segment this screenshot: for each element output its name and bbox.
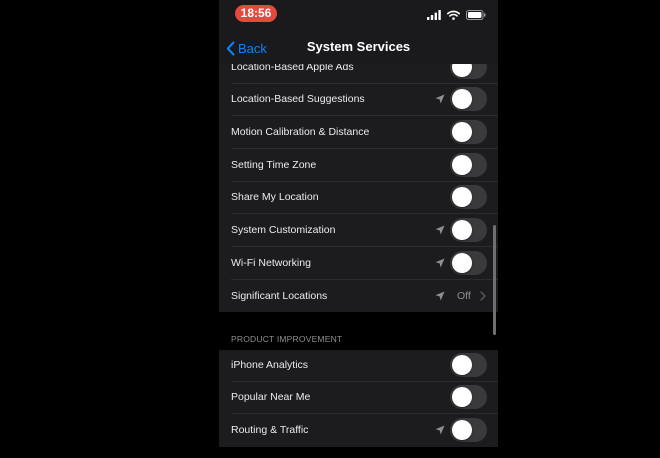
list-item-label: Wi-Fi Networking (231, 257, 311, 269)
toggle-knob (452, 155, 472, 175)
location-arrow-icon (435, 225, 445, 235)
row-separator (231, 148, 498, 149)
list-item-label: Setting Time Zone (231, 159, 317, 171)
list-item-label: iPhone Analytics (231, 359, 309, 371)
phone-screen: Location-Based Apple Ads Location-Based … (219, 0, 498, 458)
toggle-routing-traffic[interactable] (450, 418, 487, 442)
list-item-popular-near-me: Popular Near Me (219, 382, 498, 414)
toggle-share-my-location[interactable] (450, 185, 487, 209)
list-item-significant-locations[interactable]: Significant Locations Off (219, 281, 498, 313)
list-item-label: Popular Near Me (231, 391, 311, 403)
row-separator (231, 246, 498, 247)
row-separator (231, 115, 498, 116)
toggle-knob (452, 89, 472, 109)
page-title: System Services (306, 39, 411, 54)
toggle-motion-calibration[interactable] (450, 120, 487, 144)
toggle-popular-near-me[interactable] (450, 385, 487, 409)
toggle-knob (452, 355, 472, 375)
product-improvement-list: iPhone Analytics Popular Near Me Routing… (219, 350, 498, 447)
toggle-knob (452, 187, 472, 207)
toggle-knob (452, 420, 472, 440)
navigation-bar: Back System Services (219, 30, 498, 64)
list-item-wifi-networking: Wi-Fi Networking (219, 248, 498, 280)
list-item-system-customization: System Customization (219, 215, 498, 247)
toggle-setting-time-zone[interactable] (450, 153, 487, 177)
list-item-label: Share My Location (231, 191, 319, 203)
toggle-knob (452, 122, 472, 142)
location-arrow-icon (435, 258, 445, 268)
row-separator (231, 213, 498, 214)
row-separator (231, 279, 498, 280)
list-item-location-based-suggestions: Location-Based Suggestions (219, 84, 498, 116)
status-bar: 18:56 (219, 0, 498, 30)
battery-icon (466, 10, 486, 20)
list-item-label: Motion Calibration & Distance (231, 126, 370, 138)
location-arrow-icon (435, 291, 445, 301)
list-item-routing-traffic: Routing & Traffic (219, 415, 498, 447)
cellular-signal-icon (427, 10, 441, 20)
wifi-icon (447, 10, 460, 20)
toggle-location-based-suggestions[interactable] (450, 87, 487, 111)
toggle-knob (452, 253, 472, 273)
toggle-iphone-analytics[interactable] (450, 353, 487, 377)
system-services-list: Location-Based Apple Ads Location-Based … (219, 52, 498, 312)
toggle-knob (452, 387, 472, 407)
toggle-system-customization[interactable] (450, 218, 487, 242)
toggle-wifi-networking[interactable] (450, 251, 487, 275)
chevron-right-icon (480, 291, 486, 301)
significant-locations-value: Off (457, 290, 471, 302)
list-item-iphone-analytics: iPhone Analytics (219, 350, 498, 382)
list-item-label: Location-Based Suggestions (231, 93, 365, 105)
toggle-knob (452, 220, 472, 240)
location-arrow-icon (435, 94, 445, 104)
location-arrow-icon (435, 425, 445, 435)
list-item-label: System Customization (231, 224, 336, 236)
status-icons (427, 9, 486, 21)
status-time[interactable]: 18:56 (235, 5, 277, 22)
row-separator (231, 413, 498, 414)
scroll-indicator[interactable] (493, 225, 496, 335)
list-item-label: Routing & Traffic (231, 424, 309, 436)
section-header-product-improvement: PRODUCT IMPROVEMENT (231, 334, 343, 344)
list-item-setting-time-zone: Setting Time Zone (219, 150, 498, 182)
list-item-share-my-location: Share My Location (219, 182, 498, 214)
list-item-motion-calibration: Motion Calibration & Distance (219, 117, 498, 149)
list-item-label: Significant Locations (231, 290, 328, 302)
